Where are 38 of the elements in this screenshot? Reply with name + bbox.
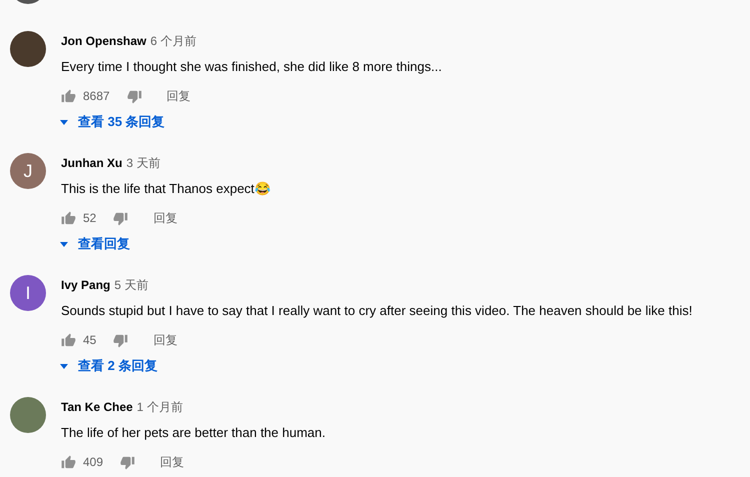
thumbs-up-icon[interactable] [61,88,76,104]
thumbs-up-icon[interactable] [61,454,76,470]
comment-time[interactable]: 3 天前 [126,154,160,172]
letter-avatar[interactable]: I [10,275,46,311]
caret-down-icon [60,242,68,246]
view-replies-button[interactable]: 查看 2 条回复 [60,356,692,376]
thumbs-down-icon[interactable] [113,332,128,348]
view-replies-button[interactable]: 查看回复 [60,234,270,254]
like-count: 8687 [83,89,110,103]
comment-text: Sounds stupid but I have to say that I really want to cry after seeing this video. The heaven should be like this! [61,302,692,320]
comment-time[interactable]: 1 个月前 [136,398,183,416]
comment-text: This is the life that Thanos expect😂 [61,180,270,198]
letter-avatar[interactable]: J [10,153,46,189]
comment-time[interactable]: 5 天前 [114,276,148,294]
like-count: 45 [83,333,96,347]
view-replies-button[interactable]: 查看 35 条回复 [60,112,442,132]
caret-down-icon [60,364,68,368]
author-name[interactable]: Ivy Pang [61,278,110,292]
caret-down-icon [60,120,68,124]
reply-button[interactable]: 回复 [153,210,178,226]
comment-time[interactable]: 6 个月前 [150,32,196,50]
thumbs-down-icon[interactable] [126,88,142,104]
reply-button[interactable]: 回复 [160,454,184,470]
avatar-photo[interactable] [10,31,46,67]
avatar-photo[interactable] [10,397,46,433]
reply-button[interactable]: 回复 [153,332,178,348]
thumbs-up-icon[interactable] [61,210,76,226]
author-name[interactable]: Jon Openshaw [61,34,146,48]
like-count: 409 [83,455,104,469]
reply-button[interactable]: 回复 [166,88,191,104]
like-count: 52 [83,211,96,225]
author-name[interactable]: Junhan Xu [61,156,122,170]
comment-text: The life of her pets are better than the human. [61,424,326,442]
thumbs-down-icon[interactable] [120,454,136,470]
thumbs-down-icon[interactable] [113,210,128,226]
comment-text: Every time I thought she was finished, she did like 8 more things... [61,58,442,76]
author-name[interactable]: Tan Ke Chee [61,400,133,414]
thumbs-up-icon[interactable] [61,332,76,348]
